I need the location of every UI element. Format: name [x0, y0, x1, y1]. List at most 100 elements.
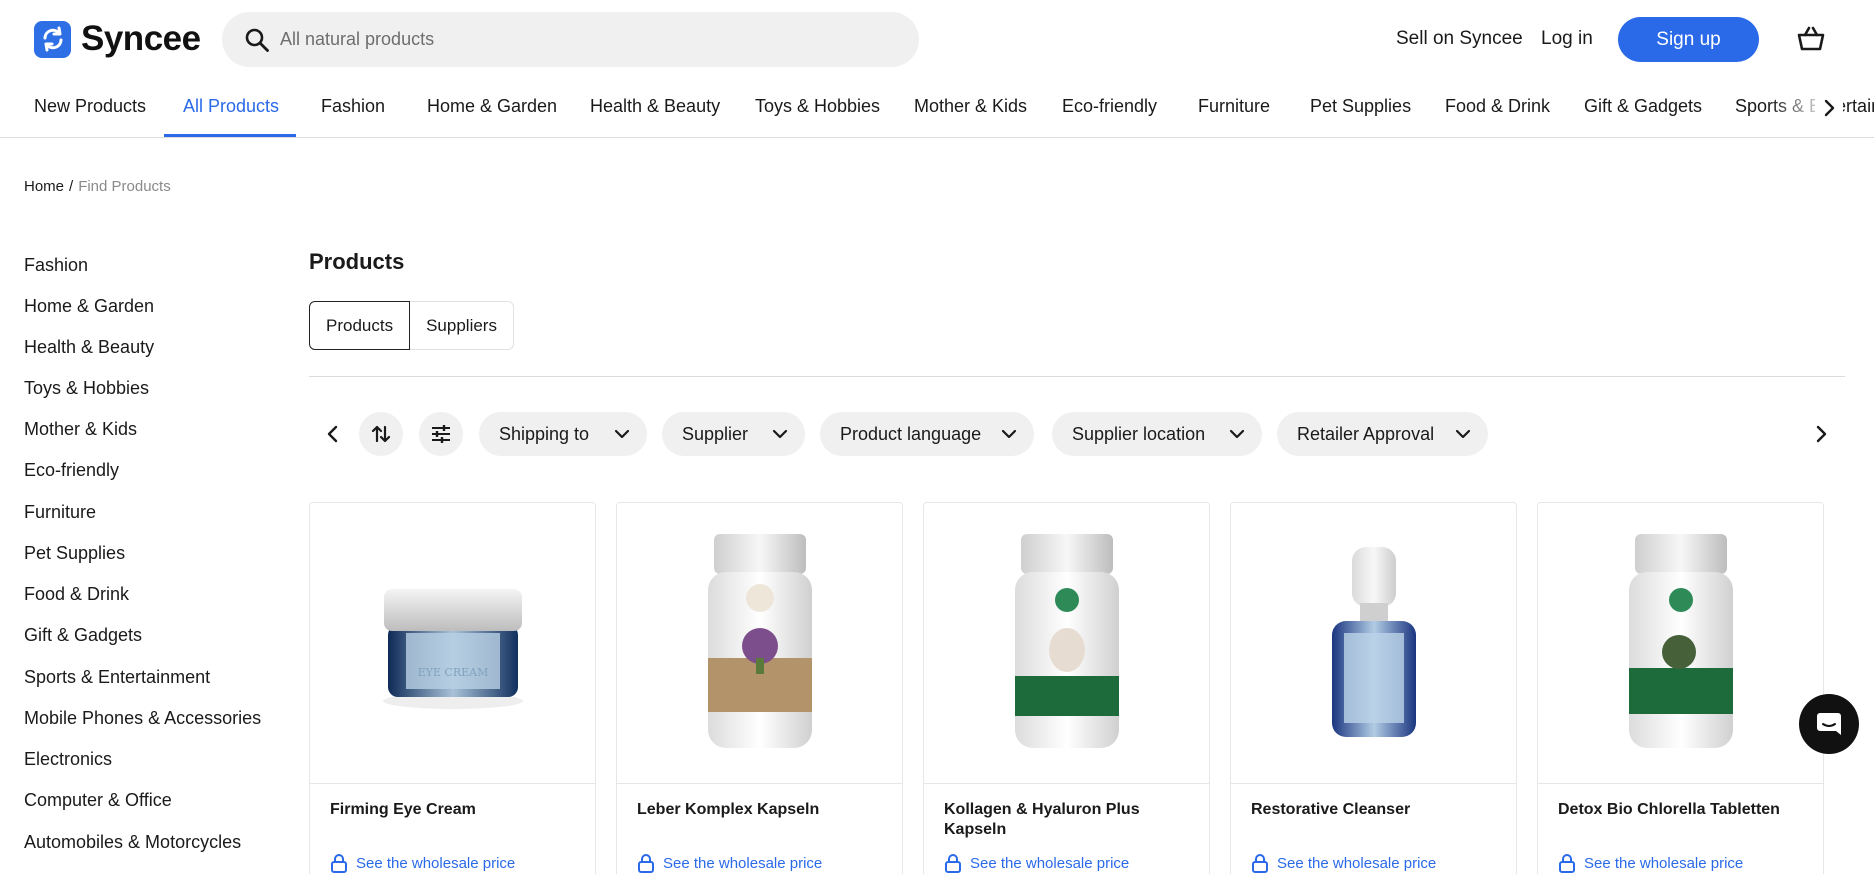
login-link[interactable]: Log in [1541, 28, 1593, 50]
chevron-down-icon [1455, 429, 1471, 439]
tab-furniture[interactable]: Furniture [1198, 96, 1270, 117]
wholesale-price-label: See the wholesale price [1277, 854, 1437, 872]
divider [309, 376, 1845, 377]
product-name[interactable]: Detox Bio Chlorella Tabletten [1558, 800, 1808, 820]
tab-health-beauty[interactable]: Health & Beauty [590, 96, 720, 117]
sidebar-item-furniture[interactable]: Furniture [24, 502, 96, 523]
search-bar[interactable] [222, 12, 919, 67]
breadcrumb-separator: / [69, 178, 74, 195]
svg-text:EYE CREAM: EYE CREAM [417, 666, 488, 679]
lock-icon [1252, 854, 1268, 873]
sell-on-syncee-link[interactable]: Sell on Syncee [1396, 28, 1523, 50]
sidebar-item-fashion[interactable]: Fashion [24, 255, 88, 276]
wholesale-price-label: See the wholesale price [356, 854, 516, 872]
lock-icon [1559, 854, 1575, 873]
tab-home-garden[interactable]: Home & Garden [427, 96, 557, 117]
tab-all-products[interactable]: All Products [183, 96, 279, 117]
tab-products[interactable]: Products [309, 301, 411, 350]
results-tabs: Products Suppliers [309, 301, 514, 350]
product-card[interactable]: Restorative Cleanser See the wholesale p… [1230, 502, 1517, 874]
wholesale-price-link[interactable]: See the wholesale price [637, 853, 822, 873]
sidebar-item-mobile-phones[interactable]: Mobile Phones & Accessories [24, 708, 261, 729]
tab-fashion[interactable]: Fashion [321, 96, 385, 117]
filter-label: Supplier [682, 423, 749, 444]
category-nav: New Products All Products Fashion Home &… [0, 78, 1874, 138]
sidebar-item-toys-hobbies[interactable]: Toys & Hobbies [24, 378, 149, 399]
sidebar-item-home-garden[interactable]: Home & Garden [24, 296, 154, 317]
product-name[interactable]: Kollagen & Hyaluron Plus Kapseln [944, 800, 1194, 840]
tab-new-products[interactable]: New Products [34, 96, 146, 117]
product-image-capsule-bottle[interactable] [1538, 503, 1823, 784]
product-name[interactable]: Restorative Cleanser [1251, 800, 1501, 820]
chevron-left-icon[interactable] [321, 422, 345, 446]
sidebar-item-eco-friendly[interactable]: Eco-friendly [24, 460, 119, 481]
search-icon [245, 28, 269, 52]
search-input[interactable] [280, 29, 880, 50]
wholesale-price-label: See the wholesale price [970, 854, 1130, 872]
product-image-capsule-bottle[interactable] [617, 503, 902, 784]
product-card[interactable]: EYE CREAM Firming Eye Cream See the whol… [309, 502, 596, 874]
sidebar-item-health-beauty[interactable]: Health & Beauty [24, 337, 154, 358]
sidebar-item-automobiles[interactable]: Automobiles & Motorcycles [24, 832, 241, 853]
chevron-down-icon [772, 429, 788, 439]
sidebar-item-mother-kids[interactable]: Mother & Kids [24, 419, 137, 440]
sort-button[interactable] [359, 412, 403, 456]
sidebar-item-food-drink[interactable]: Food & Drink [24, 584, 129, 605]
filter-label: Shipping to [499, 423, 590, 444]
tab-suppliers[interactable]: Suppliers [410, 301, 514, 350]
sync-icon [34, 20, 71, 58]
filter-supplier[interactable]: Supplier [662, 412, 805, 456]
sidebar-item-computer-office[interactable]: Computer & Office [24, 790, 172, 811]
product-card[interactable]: Detox Bio Chlorella Tabletten See the wh… [1537, 502, 1824, 874]
active-tab-indicator [164, 134, 296, 137]
wholesale-price-link[interactable]: See the wholesale price [1251, 853, 1436, 873]
filter-shipping-to[interactable]: Shipping to [479, 412, 647, 456]
product-card[interactable]: Leber Komplex Kapseln See the wholesale … [616, 502, 903, 874]
product-name[interactable]: Leber Komplex Kapseln [637, 800, 887, 820]
wholesale-price-link[interactable]: See the wholesale price [1558, 853, 1743, 873]
signup-button[interactable]: Sign up [1618, 17, 1759, 62]
filter-label: Product language [840, 423, 982, 444]
tab-toys-hobbies[interactable]: Toys & Hobbies [755, 96, 880, 117]
tab-food-drink[interactable]: Food & Drink [1445, 96, 1550, 117]
filters-button[interactable] [419, 412, 463, 456]
chevron-right-icon[interactable] [1809, 422, 1833, 446]
filter-product-language[interactable]: Product language [820, 412, 1034, 456]
filter-supplier-location[interactable]: Supplier location [1052, 412, 1262, 456]
syncee-logo[interactable]: Syncee [34, 19, 201, 59]
sidebar-item-sports-entertainment[interactable]: Sports & Entertainment [24, 667, 210, 688]
wholesale-price-label: See the wholesale price [663, 854, 823, 872]
chevron-right-icon[interactable] [1815, 94, 1843, 122]
tab-mother-kids[interactable]: Mother & Kids [914, 96, 1027, 117]
header: Syncee Sell on Syncee Log in Sign up [0, 0, 1874, 78]
filter-retailer-approval[interactable]: Retailer Approval [1277, 412, 1488, 456]
filter-bar: Shipping to Supplier Product language Su… [309, 410, 1845, 458]
product-image-capsule-bottle[interactable] [924, 503, 1209, 784]
product-image-cream-jar[interactable]: EYE CREAM [310, 503, 595, 784]
wholesale-price-link[interactable]: See the wholesale price [944, 853, 1129, 873]
wholesale-price-label: See the wholesale price [1584, 854, 1744, 872]
sidebar-item-pet-supplies[interactable]: Pet Supplies [24, 543, 125, 564]
wholesale-price-link[interactable]: See the wholesale price [330, 853, 515, 873]
tab-gift-gadgets[interactable]: Gift & Gadgets [1584, 96, 1702, 117]
sliders-icon [432, 425, 450, 443]
chat-launcher-button[interactable] [1799, 694, 1859, 754]
basket-icon[interactable] [1796, 24, 1826, 54]
chevron-down-icon [1001, 429, 1017, 439]
lock-icon [638, 854, 654, 873]
breadcrumb-home[interactable]: Home [24, 178, 64, 195]
chevron-down-icon [1229, 429, 1245, 439]
lock-icon [945, 854, 961, 873]
sidebar-item-gift-gadgets[interactable]: Gift & Gadgets [24, 625, 142, 646]
tab-eco-friendly[interactable]: Eco-friendly [1062, 96, 1157, 117]
tab-pet-supplies[interactable]: Pet Supplies [1310, 96, 1411, 117]
chat-icon [1817, 713, 1841, 735]
product-image-pump-bottle[interactable] [1231, 503, 1516, 784]
lock-icon [331, 854, 347, 873]
page-title: Products [309, 249, 405, 274]
product-card[interactable]: Kollagen & Hyaluron Plus Kapseln See the… [923, 502, 1210, 874]
sidebar-item-electronics[interactable]: Electronics [24, 749, 112, 770]
breadcrumb: Home / Find Products [24, 178, 171, 195]
filter-label: Supplier location [1072, 423, 1206, 444]
product-name[interactable]: Firming Eye Cream [330, 800, 580, 820]
